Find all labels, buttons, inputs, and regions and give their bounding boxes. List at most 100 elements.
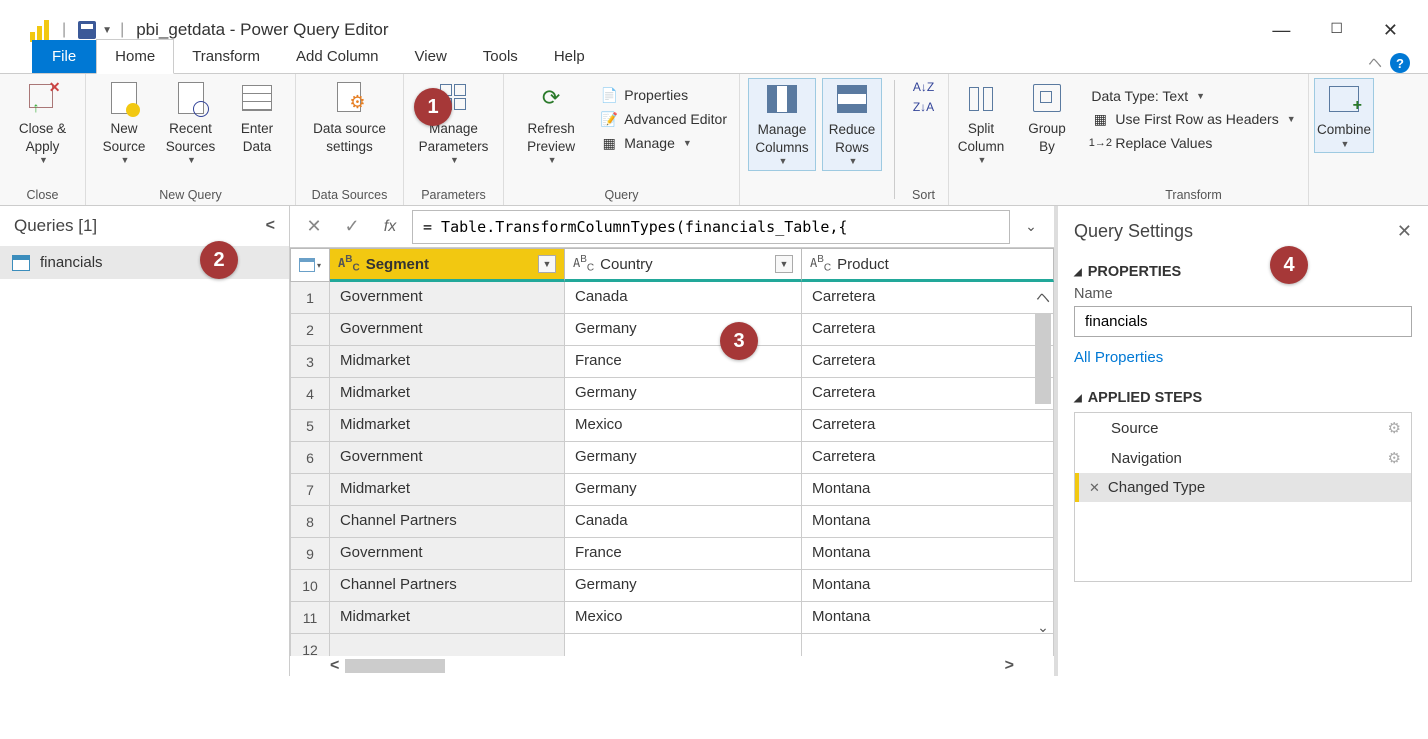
tab-home[interactable]: Home	[96, 39, 174, 74]
data-source-settings-button[interactable]: Data source settings	[304, 78, 395, 157]
tab-transform[interactable]: Transform	[174, 40, 278, 73]
cell-country[interactable]: France	[565, 346, 802, 378]
cell-segment[interactable]: Channel Partners	[330, 570, 565, 602]
tab-add-column[interactable]: Add Column	[278, 40, 397, 73]
advanced-editor-button[interactable]: 📝Advanced Editor	[596, 108, 731, 130]
scroll-right-icon[interactable]: >	[1005, 657, 1014, 675]
step-source[interactable]: Source⚙	[1075, 413, 1411, 443]
table-row[interactable]: 1GovernmentCanadaCarretera	[290, 282, 1054, 314]
cell-country[interactable]: Mexico	[565, 410, 802, 442]
cell-product[interactable]: Carretera	[802, 442, 1054, 474]
table-row[interactable]: 8Channel PartnersCanadaMontana	[290, 506, 1054, 538]
cell-segment[interactable]: Midmarket	[330, 346, 565, 378]
cell-country[interactable]: Mexico	[565, 602, 802, 634]
data-type-button[interactable]: Data Type: Text▼	[1087, 86, 1299, 106]
delete-step-icon[interactable]: ✕	[1089, 480, 1100, 496]
tab-file[interactable]: File	[32, 40, 96, 73]
tab-view[interactable]: View	[397, 40, 465, 73]
expand-formula-icon[interactable]: ⌄	[1016, 218, 1046, 235]
table-row[interactable]: 9GovernmentFranceMontana	[290, 538, 1054, 570]
step-changed-type[interactable]: ✕Changed Type	[1075, 473, 1411, 502]
table-row[interactable]: 6GovernmentGermanyCarretera	[290, 442, 1054, 474]
save-icon[interactable]	[78, 21, 96, 39]
collapse-ribbon-icon[interactable]: ヘ	[1368, 53, 1382, 73]
formula-input[interactable]	[412, 210, 1010, 244]
recent-sources-button[interactable]: Recent Sources▼	[160, 78, 221, 169]
new-source-button[interactable]: New Source▼	[94, 78, 154, 169]
scroll-up-icon[interactable]: ヘ	[1036, 288, 1050, 308]
cell-segment[interactable]: Midmarket	[330, 474, 565, 506]
cell-product[interactable]: Montana	[802, 570, 1054, 602]
cell-segment[interactable]: Government	[330, 282, 565, 314]
applied-steps-header[interactable]: ◢APPLIED STEPS	[1074, 390, 1412, 406]
tab-help[interactable]: Help	[536, 40, 603, 73]
cell-product[interactable]: Montana	[802, 506, 1054, 538]
cancel-formula-icon[interactable]: ✕	[298, 212, 330, 242]
manage-query-button[interactable]: ▦Manage▼	[596, 132, 731, 154]
column-header-segment[interactable]: ABC Segment ▼	[330, 249, 565, 282]
reduce-rows-button[interactable]: Reduce Rows▼	[822, 78, 882, 171]
column-filter-icon[interactable]: ▼	[775, 255, 793, 273]
cell-segment[interactable]: Government	[330, 442, 565, 474]
refresh-preview-button[interactable]: ⟳ Refresh Preview▼	[512, 78, 590, 169]
combine-button[interactable]: Combine▼	[1314, 78, 1374, 153]
commit-formula-icon[interactable]: ✓	[336, 212, 368, 242]
column-header-country[interactable]: ABC Country ▼	[565, 249, 802, 282]
scroll-left-icon[interactable]: <	[330, 657, 339, 675]
cell-product[interactable]: Carretera	[802, 346, 1054, 378]
cell-segment[interactable]: Midmarket	[330, 410, 565, 442]
table-row[interactable]: 5MidmarketMexicoCarretera	[290, 410, 1054, 442]
qat-dropdown-icon[interactable]: ▼	[102, 25, 112, 36]
all-properties-link[interactable]: All Properties	[1074, 349, 1163, 366]
column-filter-icon[interactable]: ▼	[538, 255, 556, 273]
table-row[interactable]: 2GovernmentGermanyCarretera	[290, 314, 1054, 346]
maximize-button[interactable]: ☐	[1330, 20, 1343, 41]
replace-values-button[interactable]: 1→2Replace Values	[1087, 132, 1299, 154]
minimize-button[interactable]: —	[1272, 20, 1290, 41]
cell-country[interactable]: Canada	[565, 282, 802, 314]
close-settings-icon[interactable]: ✕	[1397, 221, 1412, 242]
cell-product[interactable]: Carretera	[802, 378, 1054, 410]
cell-segment[interactable]	[330, 634, 565, 656]
cell-country[interactable]: Canada	[565, 506, 802, 538]
split-column-button[interactable]: Split Column▼	[951, 78, 1011, 169]
cell-country[interactable]	[565, 634, 802, 656]
cell-product[interactable]: Montana	[802, 474, 1054, 506]
cell-segment[interactable]: Channel Partners	[330, 506, 565, 538]
cell-country[interactable]: Germany	[565, 570, 802, 602]
cell-country[interactable]: France	[565, 538, 802, 570]
tab-tools[interactable]: Tools	[465, 40, 536, 73]
cell-product[interactable]: Carretera	[802, 314, 1054, 346]
cell-segment[interactable]: Government	[330, 314, 565, 346]
help-icon[interactable]: ?	[1390, 53, 1410, 73]
gear-icon[interactable]: ⚙	[1388, 449, 1401, 467]
sort-desc-icon[interactable]: Z↓A	[913, 100, 934, 116]
manage-columns-button[interactable]: Manage Columns▼	[748, 78, 816, 171]
vertical-scrollbar[interactable]: ヘ ⌄	[1034, 288, 1052, 636]
column-header-product[interactable]: ABC Product	[802, 249, 1054, 282]
gear-icon[interactable]: ⚙	[1388, 419, 1401, 437]
query-name-input[interactable]	[1074, 306, 1412, 337]
cell-segment[interactable]: Midmarket	[330, 378, 565, 410]
cell-product[interactable]: Montana	[802, 538, 1054, 570]
scroll-thumb[interactable]	[1035, 314, 1051, 404]
scroll-down-icon[interactable]: ⌄	[1037, 619, 1049, 636]
step-navigation[interactable]: Navigation⚙	[1075, 443, 1411, 473]
cell-country[interactable]: Germany	[565, 442, 802, 474]
properties-button[interactable]: 📄Properties	[596, 84, 731, 106]
collapse-queries-icon[interactable]: <	[266, 217, 275, 235]
cell-segment[interactable]: Midmarket	[330, 602, 565, 634]
table-row[interactable]: 7MidmarketGermanyMontana	[290, 474, 1054, 506]
enter-data-button[interactable]: Enter Data	[227, 78, 287, 157]
table-row[interactable]: 3MidmarketFranceCarretera	[290, 346, 1054, 378]
cell-product[interactable]: Carretera	[802, 282, 1054, 314]
scroll-thumb[interactable]	[345, 659, 445, 673]
cell-product[interactable]: Montana	[802, 602, 1054, 634]
sort-buttons[interactable]: A↓ZZ↓A	[906, 78, 942, 117]
close-apply-button[interactable]: ↑ Close & Apply▼	[8, 78, 77, 169]
close-window-button[interactable]: ✕	[1383, 20, 1398, 41]
fx-icon[interactable]: fx	[374, 212, 406, 242]
first-row-headers-button[interactable]: ▦Use First Row as Headers▼	[1087, 108, 1299, 130]
select-all-corner[interactable]: ▾	[290, 249, 330, 282]
table-row[interactable]: 12	[290, 634, 1054, 656]
